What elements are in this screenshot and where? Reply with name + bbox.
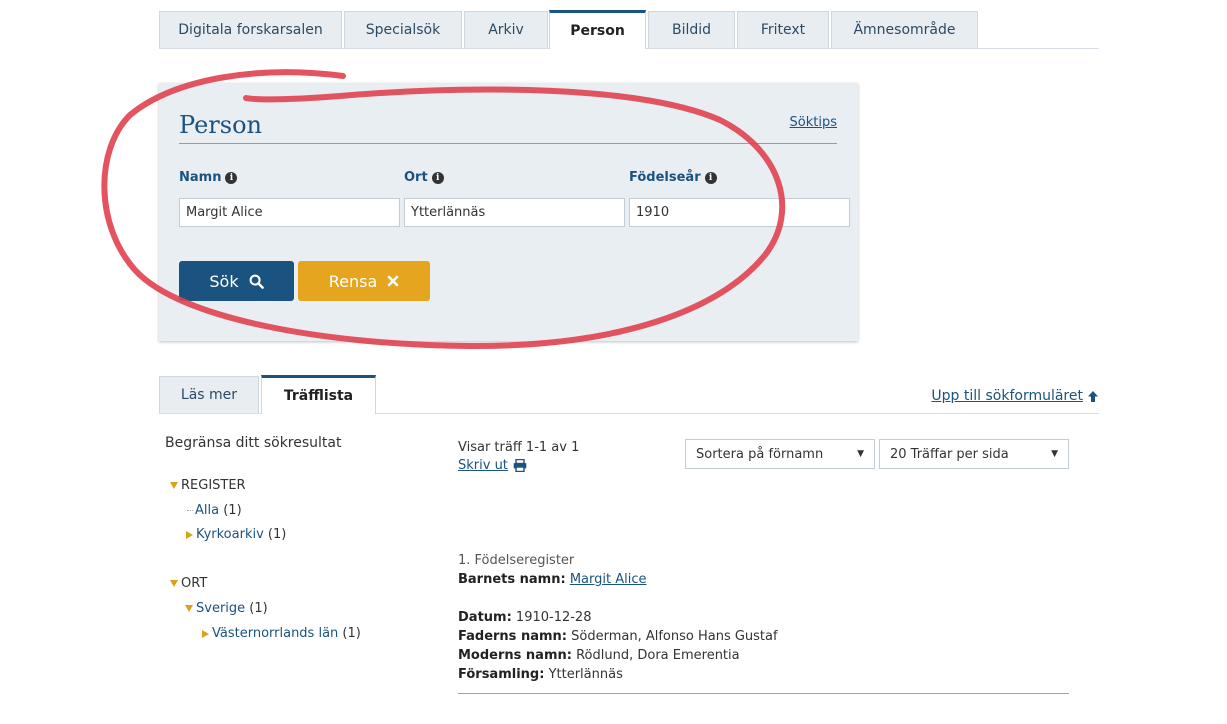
result-heading: 1. Födelseregister [458, 553, 575, 568]
print-link[interactable]: Skriv ut [458, 458, 527, 473]
tab-amnesomrade[interactable]: Ämnesområde [831, 11, 978, 48]
expand-triangle-icon[interactable] [170, 580, 178, 587]
facet-sverige-count: (1) [249, 601, 268, 616]
search-button[interactable]: Sök [179, 261, 294, 301]
facet-ort[interactable]: ORT [170, 576, 207, 591]
top-tab-bar: Digitala forskarsalen Specialsök Arkiv P… [159, 10, 1099, 49]
tab-label: Läs mer [180, 387, 238, 403]
namn-label-text: Namn [179, 170, 222, 185]
per-page-select-value: 20 Träffar per sida [890, 446, 1009, 462]
sort-select-value: Sortera på förnamn [696, 446, 824, 462]
faders-label: Faderns namn: [458, 629, 567, 644]
facet-alla-count: (1) [223, 503, 242, 518]
moders-label: Moderns namn: [458, 648, 572, 663]
search-button-label: Sök [209, 271, 239, 291]
info-icon[interactable]: i [431, 171, 444, 184]
facet-ort-label: ORT [181, 576, 208, 591]
result-moders-namn: Moderns namn: Rödlund, Dora Emerentia [458, 648, 740, 663]
facet-register-label: REGISTER [181, 478, 246, 493]
tab-arkiv[interactable]: Arkiv [464, 11, 548, 48]
soktips-link[interactable]: Söktips [790, 115, 837, 130]
result-faders-namn: Faderns namn: Söderman, Alfonso Hans Gus… [458, 629, 778, 644]
facet-vasternorrland-count: (1) [342, 626, 361, 641]
datum-value: 1910-12-28 [515, 610, 592, 625]
tab-label: Arkiv [488, 22, 524, 38]
tab-label: Digitala forskarsalen [178, 22, 323, 38]
panel-divider [179, 143, 837, 144]
tab-bildid[interactable]: Bildid [648, 11, 735, 48]
result-datum: Datum: 1910-12-28 [458, 610, 591, 625]
facet-sverige[interactable]: Sverige (1) [185, 601, 268, 616]
clear-button[interactable]: Rensa [298, 261, 430, 301]
forsamling-value: Ytterlännäs [548, 667, 623, 682]
panel-title: Person [179, 111, 262, 139]
sort-select[interactable]: Sortera på förnamn ▼ [685, 439, 875, 469]
fodelsear-label: Födelseår i [629, 170, 717, 185]
barnets-name-link[interactable]: Margit Alice [570, 572, 647, 587]
per-page-select[interactable]: 20 Träffar per sida ▼ [879, 439, 1069, 469]
tab-specialsok[interactable]: Specialsök [344, 11, 462, 48]
facet-kyrkoarkiv-label[interactable]: Kyrkoarkiv [196, 527, 264, 542]
collapse-triangle-icon[interactable] [186, 530, 193, 539]
result-forsamling: Församling: Ytterlännäs [458, 667, 623, 682]
namn-input[interactable] [179, 198, 400, 227]
chevron-down-icon: ▼ [857, 449, 864, 459]
facet-vasternorrland[interactable]: Västernorrlands län (1) [202, 626, 361, 641]
chevron-down-icon: ▼ [1051, 449, 1058, 459]
ort-label: Ort i [404, 170, 444, 185]
person-search-panel: Person Söktips Namn i Ort i Födelseår i … [159, 83, 858, 341]
tab-label: Ämnesområde [853, 22, 956, 38]
facet-alla-label[interactable]: Alla [195, 503, 219, 518]
result-barnets-namn: Barnets namn: Margit Alice [458, 572, 646, 587]
facet-title: Begränsa ditt sökresultat [165, 435, 342, 451]
facet-alla[interactable]: Alla (1) [187, 503, 242, 518]
tab-label: Träfflista [283, 388, 354, 404]
expand-triangle-icon[interactable] [170, 482, 178, 489]
collapse-triangle-icon[interactable] [202, 629, 209, 638]
upp-link-label: Upp till sökformuläret [931, 388, 1083, 404]
barnets-label: Barnets namn: [458, 572, 566, 587]
tab-person[interactable]: Person [549, 10, 646, 49]
tab-digitala-forskarsalen[interactable]: Digitala forskarsalen [159, 11, 342, 48]
info-icon[interactable]: i [704, 171, 717, 184]
tab-las-mer[interactable]: Läs mer [159, 376, 259, 413]
result-count-text: Visar träff 1-1 av 1 [458, 440, 580, 455]
facet-kyrkoarkiv[interactable]: Kyrkoarkiv (1) [186, 527, 286, 542]
ort-label-text: Ort [404, 170, 428, 185]
info-icon[interactable]: i [225, 171, 238, 184]
facet-kyrkoarkiv-count: (1) [267, 527, 287, 542]
facet-vasternorrland-label[interactable]: Västernorrlands län [212, 626, 338, 641]
fodelsear-input[interactable] [629, 198, 850, 227]
clear-button-label: Rensa [328, 271, 378, 291]
tab-trafflista[interactable]: Träfflista [261, 375, 376, 414]
fodelsear-label-text: Födelseår [629, 170, 701, 185]
arrow-up-icon [1088, 390, 1098, 402]
upp-till-sokformularet-link[interactable]: Upp till sökformuläret [931, 388, 1099, 404]
moders-value: Rödlund, Dora Emerentia [576, 648, 740, 663]
close-icon [387, 275, 399, 287]
tab-label: Bildid [671, 22, 712, 38]
tab-label: Person [570, 23, 625, 39]
facet-sverige-label[interactable]: Sverige [196, 601, 245, 616]
faders-value: Söderman, Alfonso Hans Gustaf [571, 629, 778, 644]
tab-fritext[interactable]: Fritext [737, 11, 829, 48]
tree-connector [187, 510, 193, 511]
tab-label: Specialsök [365, 22, 441, 38]
result-divider [458, 693, 1069, 694]
forsamling-label: Församling: [458, 667, 545, 682]
datum-label: Datum: [458, 610, 512, 625]
printer-icon [513, 459, 527, 472]
namn-label: Namn i [179, 170, 238, 185]
expand-triangle-icon[interactable] [185, 605, 193, 612]
print-link-label: Skriv ut [458, 458, 508, 473]
search-icon [249, 274, 264, 289]
tab-label: Fritext [760, 22, 806, 38]
ort-input[interactable] [404, 198, 625, 227]
facet-register[interactable]: REGISTER [170, 478, 246, 493]
